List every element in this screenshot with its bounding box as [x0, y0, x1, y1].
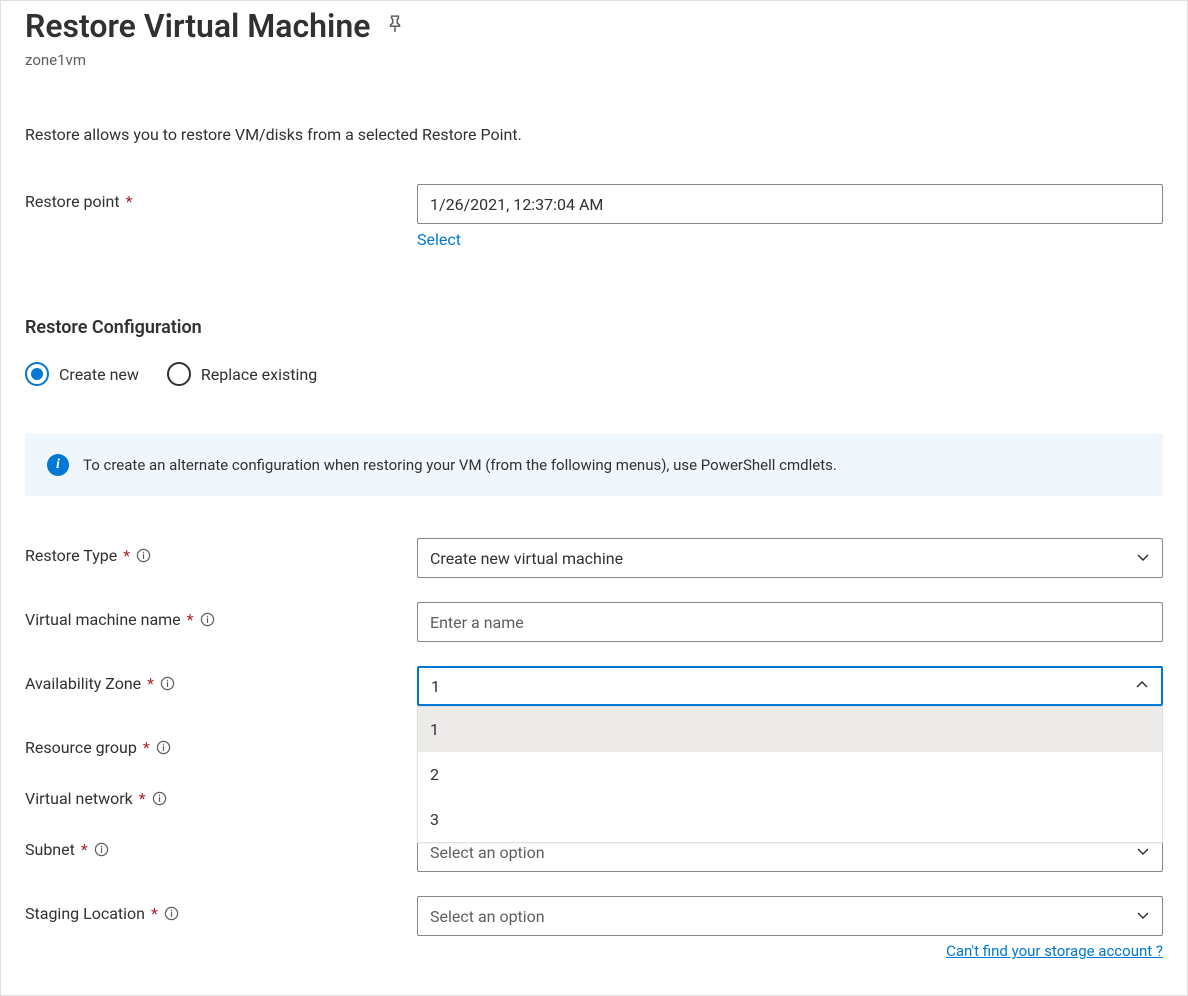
availability-zone-option-2[interactable]: 2: [418, 752, 1162, 797]
resource-group-label: Resource group *: [25, 730, 417, 757]
chevron-down-icon: [1136, 907, 1150, 926]
chevron-down-icon: [1136, 549, 1150, 568]
required-indicator: *: [123, 546, 130, 565]
required-indicator: *: [139, 789, 146, 808]
info-icon[interactable]: [94, 842, 109, 857]
required-indicator: *: [81, 840, 88, 859]
page-title: Restore Virtual Machine: [25, 7, 370, 45]
staging-location-label: Staging Location *: [25, 896, 417, 923]
availability-zone-options: 1 2 3: [417, 706, 1163, 843]
restore-configuration-heading: Restore Configuration: [25, 317, 1163, 338]
vm-name-input[interactable]: [417, 602, 1163, 642]
radio-create-new-label: Create new: [59, 365, 139, 384]
radio-circle-unselected: [167, 362, 191, 386]
required-indicator: *: [126, 192, 133, 211]
info-icon: i: [47, 454, 69, 476]
availability-zone-value: 1: [431, 677, 440, 696]
staging-location-dropdown[interactable]: Select an option: [417, 896, 1163, 936]
select-restore-point-link[interactable]: Select: [417, 230, 461, 249]
restore-type-label: Restore Type *: [25, 538, 417, 565]
description-text: Restore allows you to restore VM/disks f…: [25, 125, 1163, 144]
info-icon[interactable]: [152, 791, 167, 806]
required-indicator: *: [147, 674, 154, 693]
chevron-down-icon: [1136, 843, 1150, 862]
virtual-network-label: Virtual network *: [25, 781, 417, 808]
radio-replace-existing-label: Replace existing: [201, 365, 317, 384]
staging-location-placeholder: Select an option: [430, 907, 545, 926]
info-banner: i To create an alternate configuration w…: [25, 434, 1163, 496]
availability-zone-option-3[interactable]: 3: [418, 797, 1162, 842]
info-icon[interactable]: [136, 548, 151, 563]
resource-name: zone1vm: [25, 51, 1163, 69]
radio-circle-selected: [25, 362, 49, 386]
info-icon[interactable]: [156, 740, 171, 755]
required-indicator: *: [143, 738, 150, 757]
storage-account-help-link[interactable]: Can't find your storage account ?: [946, 942, 1163, 960]
subnet-label: Subnet *: [25, 832, 417, 859]
availability-zone-label: Availability Zone *: [25, 666, 417, 693]
restore-type-value: Create new virtual machine: [430, 549, 623, 568]
info-icon[interactable]: [200, 612, 215, 627]
radio-create-new[interactable]: Create new: [25, 362, 139, 386]
restore-point-input[interactable]: [417, 184, 1163, 224]
pin-icon[interactable]: [386, 15, 404, 37]
subnet-placeholder: Select an option: [430, 843, 545, 862]
availability-zone-dropdown[interactable]: 1: [417, 666, 1163, 706]
restore-point-label: Restore point *: [25, 184, 417, 211]
info-banner-text: To create an alternate configuration whe…: [83, 456, 837, 474]
required-indicator: *: [187, 610, 194, 629]
radio-replace-existing[interactable]: Replace existing: [167, 362, 317, 386]
restore-type-dropdown[interactable]: Create new virtual machine: [417, 538, 1163, 578]
info-icon[interactable]: [160, 676, 175, 691]
availability-zone-option-1[interactable]: 1: [418, 707, 1162, 752]
vm-name-label: Virtual machine name *: [25, 602, 417, 629]
info-icon[interactable]: [164, 906, 179, 921]
required-indicator: *: [151, 904, 158, 923]
chevron-up-icon: [1135, 677, 1149, 696]
